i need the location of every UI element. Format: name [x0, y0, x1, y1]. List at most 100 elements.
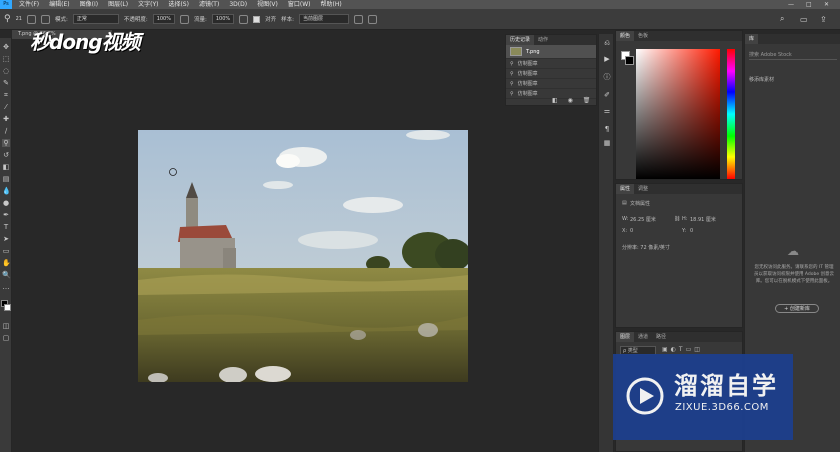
- paragraph-icon[interactable]: ¶: [602, 124, 612, 134]
- create-library-button[interactable]: + 创建新库: [775, 304, 819, 313]
- lasso-tool-icon[interactable]: ◌: [2, 67, 10, 75]
- screen-mode-icon[interactable]: ▢: [2, 334, 10, 342]
- history-snapshot[interactable]: T.png: [506, 45, 596, 59]
- link-icon[interactable]: ⛓: [674, 216, 680, 222]
- tab-libraries[interactable]: 库: [745, 34, 759, 44]
- clone-source-icon[interactable]: [40, 14, 50, 24]
- library-dropdown[interactable]: 移添库素材: [749, 76, 774, 83]
- x-value[interactable]: 0: [630, 228, 633, 234]
- tab-paths[interactable]: 路径: [652, 332, 670, 342]
- menu-3d[interactable]: 3D(D): [224, 0, 252, 9]
- stamp-icon: ⚲: [510, 90, 514, 97]
- quick-mask-icon[interactable]: ◫: [2, 322, 10, 330]
- share-icon[interactable]: ⇪: [820, 15, 827, 24]
- align-label: 对齐: [265, 17, 277, 23]
- close-icon[interactable]: ✕: [824, 0, 829, 9]
- opacity-input[interactable]: 100%: [152, 14, 175, 24]
- workspace-icon[interactable]: ▭: [800, 15, 808, 24]
- actions-panel-icon[interactable]: ▶: [602, 54, 612, 64]
- height-value[interactable]: 18.91 厘米: [690, 216, 716, 223]
- mode-select[interactable]: 正常: [72, 14, 119, 24]
- height-label: H:: [682, 216, 688, 222]
- layer-filter-icons[interactable]: ▣◐T▭◫: [662, 346, 703, 353]
- watermark-badge: 溜溜自学 ZIXUE.3D66.COM: [613, 354, 793, 440]
- info-panel-icon[interactable]: ⓘ: [602, 72, 612, 82]
- zoom-tool-icon[interactable]: 🔍: [2, 271, 11, 279]
- menu-image[interactable]: 图像(I): [75, 0, 103, 9]
- menu-bar: Ps 文件(F) 编辑(E) 图像(I) 图层(L) 文字(Y) 选择(S) 滤…: [0, 0, 840, 9]
- hue-slider[interactable]: [727, 49, 735, 179]
- history-row[interactable]: ⚲ 仿制图章: [506, 69, 596, 79]
- tab-adjustments[interactable]: 调整: [634, 184, 652, 194]
- pressure-opacity-icon[interactable]: [179, 14, 189, 24]
- menu-filter[interactable]: 滤镜(T): [194, 0, 224, 9]
- quick-select-tool-icon[interactable]: ✎: [2, 79, 10, 87]
- glyphs-icon[interactable]: ▦: [602, 138, 612, 148]
- background-swatch[interactable]: [625, 56, 634, 65]
- y-value[interactable]: 0: [690, 228, 693, 234]
- history-row[interactable]: ⚲ 仿制图章: [506, 59, 596, 69]
- menu-edit[interactable]: 编辑(E): [44, 0, 74, 9]
- healing-brush-tool-icon[interactable]: ✚: [2, 115, 10, 123]
- tab-color[interactable]: 颜色: [616, 31, 635, 41]
- menu-view[interactable]: 视图(V): [252, 0, 283, 9]
- brush-settings-icon[interactable]: ✐: [602, 90, 612, 100]
- minimize-icon[interactable]: —: [788, 0, 794, 9]
- history-footer-icons[interactable]: ◧ ◉ 🗑: [552, 97, 594, 104]
- adjust-icon[interactable]: ⚌: [602, 106, 612, 116]
- sample-select[interactable]: 当前图层: [299, 14, 350, 24]
- brush-panel-icon[interactable]: [26, 14, 36, 24]
- type-tool-icon[interactable]: T: [2, 223, 10, 231]
- opacity-label: 不透明度:: [123, 17, 148, 23]
- shape-tool-icon[interactable]: ▭: [2, 247, 10, 255]
- marquee-tool-icon[interactable]: ⬚: [2, 55, 10, 63]
- menu-help[interactable]: 帮助(H): [316, 0, 347, 9]
- tab-swatches[interactable]: 色板: [634, 31, 652, 41]
- history-row[interactable]: ⚲ 仿制图章: [506, 79, 596, 89]
- blur-tool-icon[interactable]: 💧: [2, 187, 11, 195]
- ignore-adjustment-icon[interactable]: [354, 14, 364, 24]
- move-tool-icon[interactable]: ✥: [2, 43, 10, 51]
- y-label: Y:: [682, 228, 687, 234]
- path-select-tool-icon[interactable]: ➤: [2, 235, 10, 243]
- history-panel-icon[interactable]: ⎌: [602, 38, 612, 48]
- canvas-image[interactable]: [138, 130, 468, 382]
- doc-props-icon: ▤: [622, 200, 627, 206]
- color-picker-field[interactable]: [636, 49, 720, 179]
- history-brush-tool-icon[interactable]: ↺: [2, 151, 10, 159]
- tab-properties[interactable]: 属性: [616, 184, 635, 194]
- brush-tool-icon[interactable]: ∕: [2, 127, 10, 135]
- more-tools-icon[interactable]: …: [2, 283, 10, 291]
- library-search-input[interactable]: 搜索 Adobe Stock: [749, 50, 837, 60]
- eraser-tool-icon[interactable]: ◧: [2, 163, 10, 171]
- maximize-icon[interactable]: □: [806, 0, 812, 9]
- tab-actions[interactable]: 动作: [534, 35, 552, 45]
- history-row-label: 仿制图章: [517, 71, 538, 77]
- eyedropper-tool-icon[interactable]: ⁄: [2, 103, 10, 111]
- airbrush-icon[interactable]: [239, 14, 249, 24]
- brush-size-value[interactable]: 21: [16, 16, 22, 22]
- crop-tool-icon[interactable]: ⌗: [2, 91, 10, 99]
- search-icon[interactable]: ⌕: [780, 14, 784, 24]
- menu-layer[interactable]: 图层(L): [103, 0, 133, 9]
- align-checkbox[interactable]: [253, 15, 261, 23]
- resolution-value: 分辨率: 72 像素/英寸: [622, 245, 670, 251]
- clone-stamp-tool-button-icon[interactable]: ⚲: [2, 139, 10, 147]
- pen-tool-icon[interactable]: ✒: [2, 211, 10, 219]
- pressure-size-icon[interactable]: [368, 14, 378, 24]
- clone-stamp-tool-icon[interactable]: ⚲: [4, 14, 11, 24]
- menu-file[interactable]: 文件(F): [14, 0, 44, 9]
- width-value[interactable]: 26.25 厘米: [630, 216, 656, 223]
- menu-select[interactable]: 选择(S): [163, 0, 194, 9]
- dodge-tool-icon[interactable]: ●: [2, 199, 10, 207]
- menu-type[interactable]: 文字(Y): [133, 0, 163, 9]
- gradient-tool-icon[interactable]: ▤: [2, 175, 10, 183]
- background-color-swatch[interactable]: [4, 304, 11, 311]
- hand-tool-icon[interactable]: ✋: [2, 259, 11, 267]
- tab-history[interactable]: 历史记录: [506, 35, 535, 45]
- menu-window[interactable]: 窗口(W): [283, 0, 316, 9]
- tab-channels[interactable]: 通道: [634, 332, 652, 342]
- properties-panel: 属性 调整 ▤ 文档属性 W: 26.25 厘米 ⛓ H: 18.91 厘米 X…: [615, 183, 743, 328]
- flow-input[interactable]: 100%: [211, 14, 235, 24]
- tab-layers[interactable]: 图层: [616, 332, 635, 342]
